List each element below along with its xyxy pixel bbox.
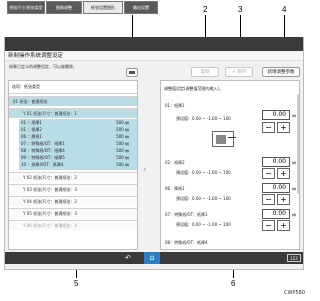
tree-group-collapsed[interactable]: Y 05 纸张/尺寸：普通纸张：3 xyxy=(9,208,137,218)
tree-subitem[interactable]: 06 ：厚纸1 500 ㎜ xyxy=(21,134,135,140)
pencil-icon xyxy=(129,71,135,74)
home-icon[interactable]: ⌂ xyxy=(144,252,160,264)
plus-button[interactable]: + xyxy=(277,168,290,179)
callout-5: 5 xyxy=(74,279,79,288)
tab-bar xyxy=(5,37,303,51)
param-range: 预设值：0.00 ~ -1.00 ~ 100 xyxy=(176,170,231,175)
tree-group-collapsed[interactable]: Y 03 纸张/尺寸：普通纸张：3 xyxy=(9,184,137,194)
param-range: 预设值：0.00 ~ -1.00 ~ 100 xyxy=(176,116,231,121)
minus-button[interactable]: − xyxy=(262,168,275,179)
tree-subitem[interactable]: 01 ：纸厚1 500 ㎜ xyxy=(21,120,135,126)
tree-header: 选项：纸张类型 xyxy=(12,84,40,89)
tab-output-settings[interactable]: 输出设置 xyxy=(124,1,158,14)
param-unit: ㎜ xyxy=(292,212,296,217)
param-range: 预设值：0.00 ~ -1.00 ~ 100 xyxy=(176,196,231,201)
param-label: 01：纸厚1 xyxy=(165,103,185,108)
tree-group-open[interactable]: Y 01 纸张/尺寸：普通纸张：1 xyxy=(9,108,137,118)
tree-group-collapsed[interactable]: Y 04 纸张/尺寸：普通纸张：2 xyxy=(9,196,137,206)
plus-button[interactable]: + xyxy=(277,194,290,205)
tab-image-adjust[interactable]: 图像调整 xyxy=(46,1,82,14)
tree-subitem[interactable]: 09 ：特殊纸/OT：纸厚5 500 ㎜ xyxy=(21,155,135,161)
tree-group-collapsed[interactable]: Y 02 纸张/尺寸：普通纸张：2 xyxy=(9,172,137,182)
param-range: 预设值：0.00 ~ -1.00 ~ 100 xyxy=(176,222,231,227)
bottom-counter: 123 xyxy=(287,254,301,262)
create-adjustment-button[interactable]: 新增调整参数 xyxy=(262,67,300,77)
param-value-box[interactable]: 0.00 xyxy=(262,209,290,219)
param-unit: ㎜ xyxy=(292,186,296,191)
edit-icon-button[interactable] xyxy=(126,68,138,77)
params-hint: 调整值设定(调整值范围内输入)。 xyxy=(164,86,224,91)
param-label: 08：特殊纸/OT：纸厚4 xyxy=(165,240,208,245)
chevron-right-icon[interactable]: › xyxy=(143,165,147,175)
plus-button[interactable]: + xyxy=(277,220,290,231)
callout-4: 4 xyxy=(282,5,287,14)
minus-button[interactable]: − xyxy=(262,194,275,205)
param-label: 02：纸厚2 xyxy=(165,160,185,165)
tree-root-row[interactable]: 01 纸张：普通纸张 xyxy=(9,96,137,106)
apply-button[interactable]: 复制 xyxy=(191,67,219,77)
params-scrollbar[interactable] xyxy=(297,94,299,194)
callout-2: 2 xyxy=(203,5,208,14)
param-unit: ㎜ xyxy=(292,113,296,118)
save-label: 保存 xyxy=(237,70,247,75)
param-unit: ㎜ xyxy=(292,160,296,165)
tree-subitem[interactable]: 01 ：纸厚2 500 ㎜ xyxy=(21,127,135,133)
callout-3: 3 xyxy=(238,5,243,14)
param-label: 06：厚纸1 xyxy=(165,186,185,191)
check-icon: ✓ xyxy=(231,69,237,75)
tree-subitem[interactable]: 07 ：特殊纸/OT：纸厚1 500 ㎜ xyxy=(21,141,135,147)
callout-6: 6 xyxy=(231,279,236,288)
param-value-box[interactable]: 0.00 xyxy=(262,110,290,120)
tree-subitem[interactable]: 08 ：特殊纸/OT：纸厚4 500 ㎜ xyxy=(21,148,135,154)
tab-paper-settings[interactable]: 纸张设置图形 xyxy=(83,1,123,14)
tree-subitem[interactable]: 10 ：纸厚4/OT：纸厚4 500 ㎜ xyxy=(21,162,135,168)
param-label: 07：特殊纸/OT：纸厚1 xyxy=(165,212,208,217)
tree-header-divider xyxy=(9,93,137,94)
tree-group-collapsed[interactable]: Y 06 纸张/尺寸：普通纸张：4 xyxy=(9,220,137,230)
page-title: 新制操作系统调整设定 xyxy=(5,51,303,61)
minus-button[interactable]: − xyxy=(262,220,275,231)
param-value-box[interactable]: 0.00 xyxy=(262,183,290,193)
back-icon[interactable]: ↶ xyxy=(121,253,135,263)
paper-position-diagram xyxy=(212,131,238,153)
minus-button[interactable]: − xyxy=(262,122,275,133)
tab-paper-size[interactable]: 纸张尺寸/纸张类型 xyxy=(7,1,45,14)
plus-button[interactable]: + xyxy=(277,122,290,133)
param-value-box[interactable]: 0.00 xyxy=(262,157,290,167)
top-hint: 如果已定义的调整设定，可以被删除。 xyxy=(9,64,77,69)
save-button[interactable]: ✓ 保存 xyxy=(225,67,253,77)
figure-code: CWP580 xyxy=(284,290,305,296)
